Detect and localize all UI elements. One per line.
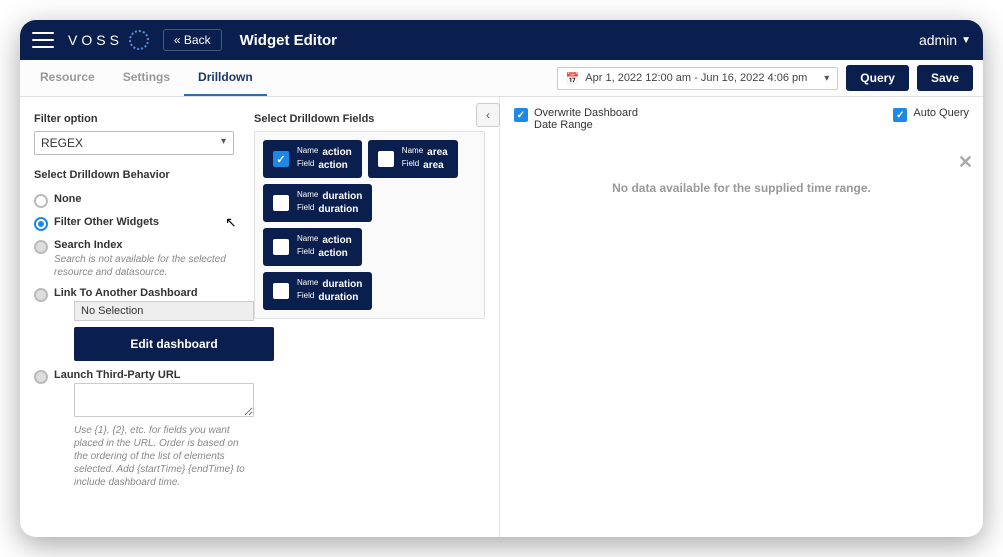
field-checkbox[interactable] (378, 151, 394, 167)
radio-launch-label: Launch Third-Party URL (54, 369, 254, 381)
tab-resource[interactable]: Resource (26, 60, 109, 96)
radio-search-label: Search Index (54, 239, 234, 251)
field-checkbox[interactable] (273, 151, 289, 167)
query-button[interactable]: Query (846, 65, 909, 91)
user-menu[interactable]: admin ▼ (919, 32, 971, 48)
tab-drilldown[interactable]: Drilldown (184, 60, 267, 96)
logo: VOSS (68, 30, 149, 50)
fields-label: Select Drilldown Fields (254, 113, 485, 125)
field-chip-action[interactable]: NameactionFieldaction (263, 140, 362, 178)
user-label: admin (919, 32, 957, 48)
field-text: NamedurationFieldduration (297, 278, 362, 304)
tab-settings[interactable]: Settings (109, 60, 184, 96)
tabs: Resource Settings Drilldown (20, 60, 267, 96)
behavior-label: Select Drilldown Behavior (34, 169, 234, 181)
no-data-message: No data available for the supplied time … (514, 181, 969, 195)
logo-sun-icon (129, 30, 149, 50)
field-text: NameactionFieldaction (297, 234, 352, 260)
date-range-label: Apr 1, 2022 12:00 am - Jun 16, 2022 4:06… (585, 72, 807, 84)
field-checkbox[interactable] (273, 195, 289, 211)
filter-option-label: Filter option (34, 113, 234, 125)
radio-launch-url[interactable] (34, 370, 48, 384)
field-chip-action[interactable]: NameactionFieldaction (263, 228, 362, 266)
drilldown-fields: NameactionFieldaction NameareaFieldarea Na… (254, 131, 485, 319)
radio-filter-other-widgets[interactable] (34, 217, 48, 231)
field-text: NameactionFieldaction (297, 146, 352, 172)
radio-link-dashboard[interactable] (34, 288, 48, 302)
page-title: Widget Editor (240, 32, 337, 49)
autoquery-label: Auto Query (913, 107, 969, 119)
radio-none[interactable] (34, 194, 48, 208)
back-button[interactable]: « Back (163, 29, 222, 51)
calendar-icon: 📅 (566, 72, 580, 85)
collapse-panel-button[interactable]: ‹ (476, 103, 500, 127)
radio-search-hint: Search is not available for the selected… (54, 253, 234, 279)
field-text: NameareaFieldarea (402, 146, 448, 172)
autoquery-checkbox-row[interactable]: Auto Query (893, 107, 969, 122)
chevron-down-icon: ▼ (961, 35, 971, 46)
field-checkbox[interactable] (273, 283, 289, 299)
launch-url-hint: Use {1}, {2}, etc. for fields you want p… (74, 424, 254, 489)
radio-filter-label: Filter Other Widgets (54, 216, 159, 228)
launch-url-input[interactable] (74, 383, 254, 417)
radio-link-label: Link To Another Dashboard (54, 287, 274, 299)
close-icon[interactable]: ✕ (958, 152, 973, 173)
date-range-picker[interactable]: 📅 Apr 1, 2022 12:00 am - Jun 16, 2022 4:… (557, 67, 839, 90)
field-chip-duration[interactable]: NamedurationFieldduration (263, 184, 372, 222)
filter-option-select[interactable]: REGEX (34, 131, 234, 155)
field-chip-duration[interactable]: NamedurationFieldduration (263, 272, 372, 310)
overwrite-checkbox-row[interactable]: Overwrite Dashboard Date Range (514, 107, 644, 131)
autoquery-checkbox[interactable] (893, 108, 907, 122)
overwrite-label: Overwrite Dashboard Date Range (534, 107, 644, 131)
edit-dashboard-button[interactable]: Edit dashboard (74, 327, 274, 361)
field-chip-area[interactable]: NameareaFieldarea (368, 140, 458, 178)
logo-text: VOSS (68, 32, 123, 48)
menu-icon[interactable] (32, 32, 54, 48)
save-button[interactable]: Save (917, 65, 973, 91)
link-dashboard-value: No Selection (74, 301, 254, 321)
radio-search-index (34, 240, 48, 254)
field-checkbox[interactable] (273, 239, 289, 255)
overwrite-checkbox[interactable] (514, 108, 528, 122)
radio-none-label: None (54, 193, 82, 205)
field-text: NamedurationFieldduration (297, 190, 362, 216)
